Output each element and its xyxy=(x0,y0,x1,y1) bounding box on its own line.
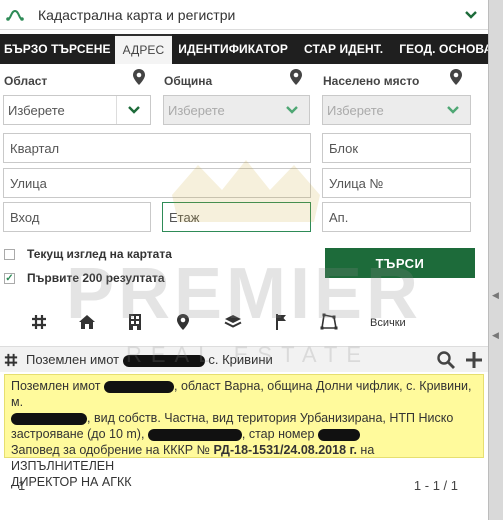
tab-geodetic-base[interactable]: ГЕОД. ОСНОВА xyxy=(393,34,498,64)
floor-field[interactable]: Етаж xyxy=(162,202,311,232)
tab-identifier[interactable]: ИДЕНТИФИКАТОР xyxy=(172,34,294,64)
redaction xyxy=(147,428,242,441)
caret-left-icon[interactable]: ◀ xyxy=(492,290,499,301)
panel-title: Кадастрална карта и регистри xyxy=(38,6,236,23)
tab-quick-search[interactable]: БЪРЗО ТЪРСЕНЕ xyxy=(0,34,115,64)
tab-address[interactable]: АДРЕС xyxy=(114,34,173,64)
search-icon[interactable] xyxy=(436,350,456,370)
redaction xyxy=(11,412,87,425)
region-label: Област xyxy=(4,74,48,88)
street-number-field[interactable]: Улица № xyxy=(322,168,471,198)
layers-icon[interactable] xyxy=(222,312,244,332)
settlement-label: Населено място xyxy=(323,74,420,88)
municipality-select[interactable]: Изберете xyxy=(163,95,310,125)
entrance-field[interactable]: Вход xyxy=(3,202,151,232)
grid-icon xyxy=(4,353,18,367)
quarter-field[interactable]: Квартал xyxy=(3,133,311,163)
result-card[interactable]: Поземлен имот , област Варна, община Дол… xyxy=(4,374,484,489)
region-select[interactable]: Изберете xyxy=(3,95,151,125)
result-line: Заповед за одобрение на КККР № РД-18-153… xyxy=(11,443,375,473)
municipality-label: Община xyxy=(164,74,213,88)
result-line: застрояване (до 10 m), , стар номер xyxy=(11,426,477,442)
chevron-down-icon[interactable] xyxy=(116,96,150,124)
search-button[interactable]: ТЪРСИ xyxy=(325,248,475,278)
chevron-down-icon[interactable] xyxy=(275,96,309,124)
apartment-field[interactable]: Ап. xyxy=(322,202,471,232)
filter-toolbar: Всички xyxy=(0,308,488,336)
chevron-down-icon[interactable] xyxy=(462,10,480,20)
first-200-checkbox[interactable]: ✓ Първите 200 резултата xyxy=(4,271,165,285)
map-pin-icon[interactable] xyxy=(172,312,194,332)
location-labels: Област Община Населено място xyxy=(0,66,488,92)
search-tabs: БЪРЗО ТЪРСЕНЕ АДРЕС ИДЕНТИФИКАТОР СТАР И… xyxy=(0,34,492,64)
check-icon[interactable]: ✓ xyxy=(4,272,15,284)
street-field[interactable]: Улица xyxy=(3,168,311,198)
tab-old-identifier[interactable]: СТАР ИДЕНТ. xyxy=(294,34,393,64)
grid-icon[interactable] xyxy=(28,312,50,332)
current-view-checkbox[interactable]: Текущ изглед на картата xyxy=(4,247,172,261)
page-number[interactable]: 1 xyxy=(18,478,25,493)
route-icon xyxy=(6,6,24,24)
result-line: Поземлен имот , област Варна, община Дол… xyxy=(11,379,472,409)
pagination: 1 1 - 1 / 1 xyxy=(0,478,488,498)
panel-header[interactable]: Кадастрална карта и регистри xyxy=(0,0,488,30)
redaction xyxy=(122,354,205,367)
all-filter-label[interactable]: Всички xyxy=(370,317,406,329)
map-pin-icon[interactable] xyxy=(449,68,463,89)
checkbox[interactable] xyxy=(4,248,15,260)
redaction xyxy=(317,428,360,441)
polygon-icon[interactable] xyxy=(318,312,340,332)
building-icon[interactable] xyxy=(124,312,146,332)
result-header[interactable]: Поземлен имот с. Кривини xyxy=(0,346,488,372)
map-edge: ◀ ◀ xyxy=(488,0,503,520)
chevron-down-icon[interactable] xyxy=(436,96,470,124)
settlement-select[interactable]: Изберете xyxy=(322,95,471,125)
caret-left-icon[interactable]: ◀ xyxy=(492,330,499,341)
flag-icon[interactable] xyxy=(270,312,292,332)
map-pin-icon[interactable] xyxy=(289,68,303,89)
block-field[interactable]: Блок xyxy=(322,133,471,163)
cadastre-panel: Кадастрална карта и регистри БЪРЗО ТЪРСЕ… xyxy=(0,0,492,520)
result-title: Поземлен имот с. Кривини xyxy=(26,352,273,367)
home-icon[interactable] xyxy=(76,312,98,332)
result-count: 1 - 1 / 1 xyxy=(413,478,458,493)
plus-icon[interactable] xyxy=(464,350,484,370)
redaction xyxy=(104,380,175,393)
result-line: , вид собств. Частна, вид територия Урба… xyxy=(11,410,477,426)
map-pin-icon[interactable] xyxy=(132,68,146,89)
